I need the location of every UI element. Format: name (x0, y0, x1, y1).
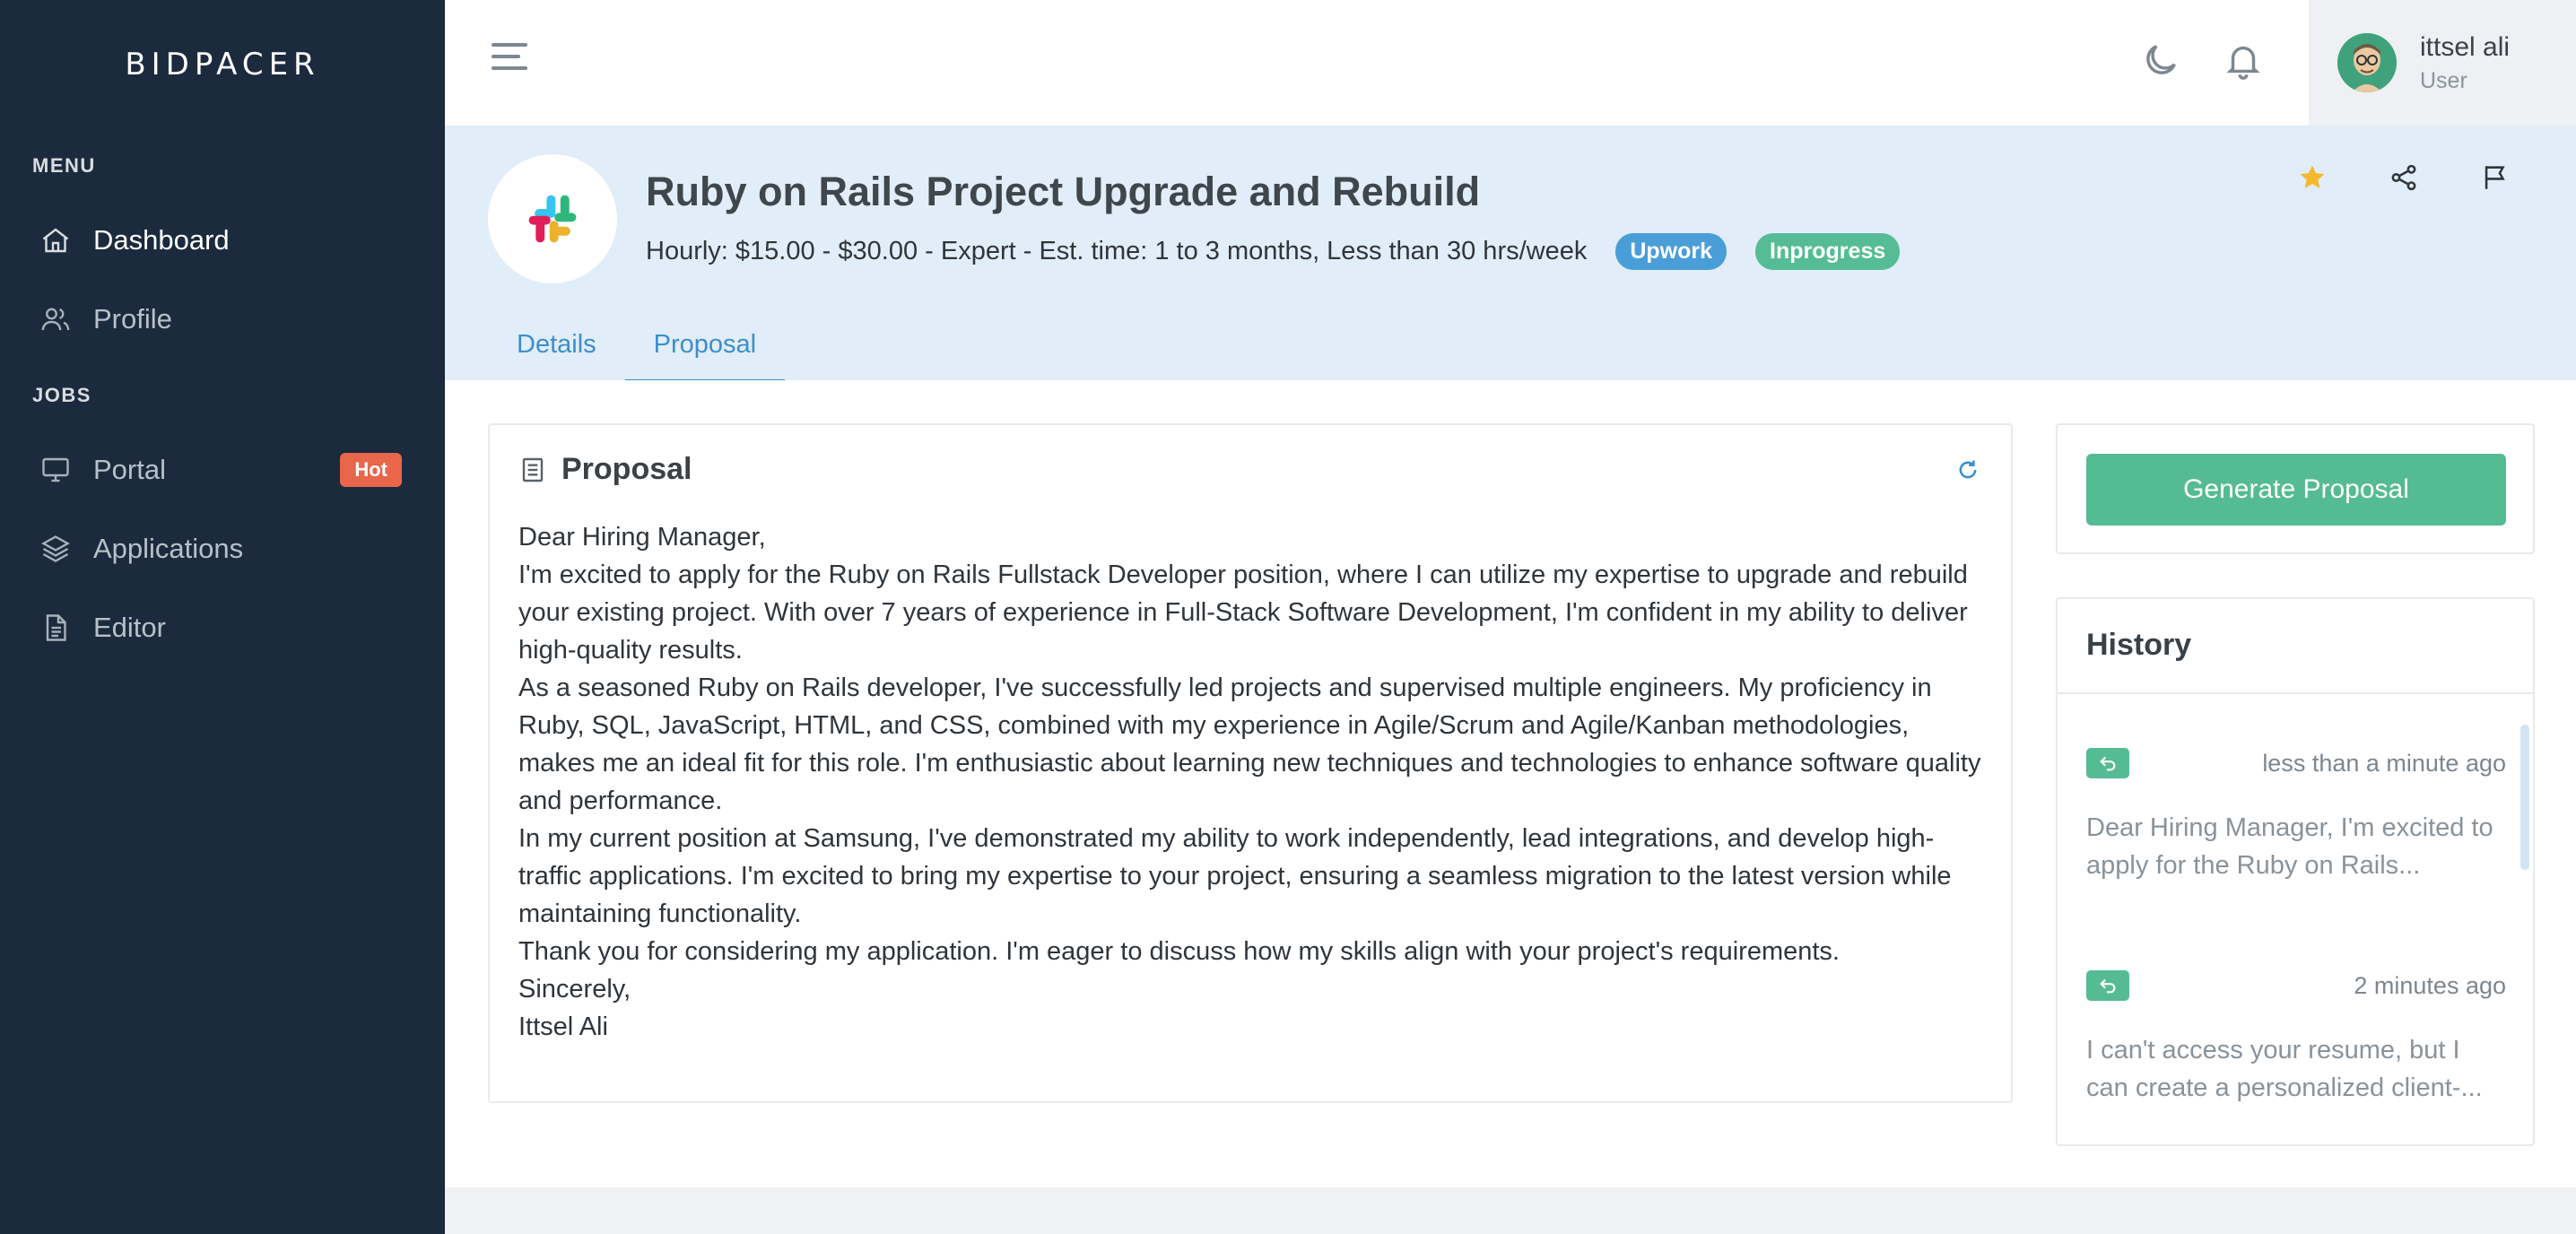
top-bar: ittsel ali User (445, 0, 2576, 126)
jobs-section-title: JOBS (32, 384, 91, 406)
menu-toggle-icon[interactable] (492, 43, 531, 83)
brand-logo[interactable]: BIDPACER (0, 47, 445, 83)
history-preview: I can't access your resume, but I can cr… (2086, 1036, 2483, 1102)
user-role: User (2420, 67, 2467, 93)
layers-icon (36, 529, 75, 569)
history-card: History less than a minute ago Dear Hiri… (2056, 597, 2535, 1146)
sidebar-item-editor[interactable]: Editor (36, 595, 413, 660)
job-meta: Hourly: $15.00 - $30.00 - Expert - Est. … (646, 233, 1901, 270)
main-content: Proposal Dear Hiring Manager, I'm excite… (445, 380, 2576, 1187)
proposal-text[interactable]: Dear Hiring Manager, I'm excited to appl… (518, 518, 1989, 1046)
document-icon (36, 608, 75, 647)
proposal-paragraph: I'm excited to apply for the Ruby on Rai… (518, 561, 1968, 665)
job-title: Ruby on Rails Project Upgrade and Rebuil… (646, 169, 1481, 214)
tab-details[interactable]: Details (488, 312, 625, 382)
user-menu[interactable]: ittsel ali User (2309, 0, 2576, 126)
menu-section-title: MENU (32, 154, 96, 177)
proposal-paragraph: Thank you for considering my application… (518, 937, 1840, 966)
users-icon (36, 300, 75, 339)
flag-icon[interactable] (2476, 158, 2515, 197)
user-name: ittsel ali (2420, 31, 2511, 62)
history-time: 2 minutes ago (2354, 971, 2506, 999)
proposal-title: Proposal (561, 452, 692, 486)
generate-card: Generate Proposal (2056, 423, 2535, 554)
home-icon (36, 221, 75, 260)
sidebar-item-portal[interactable]: Portal Hot (36, 438, 413, 502)
document-icon (522, 457, 544, 482)
history-item[interactable]: 2 minutes ago I can't access your resume… (2086, 970, 2506, 1107)
history-preview: Dear Hiring Manager, I'm excited to appl… (2086, 813, 2493, 880)
status-badge: Inprogress (1755, 233, 1901, 270)
sidebar-item-profile[interactable]: Profile (36, 287, 413, 352)
footer (445, 1187, 2576, 1234)
divider (2058, 692, 2533, 694)
sidebar-item-applications[interactable]: Applications (36, 517, 413, 581)
share-icon[interactable] (2384, 158, 2424, 197)
proposal-paragraph: In my current position at Samsung, I've … (518, 824, 1952, 928)
sidebar-item-label: Applications (93, 533, 244, 564)
restore-icon[interactable] (2086, 970, 2129, 1001)
job-tabs: Details Proposal (488, 312, 786, 382)
job-meta-text: Hourly: $15.00 - $30.00 - Expert - Est. … (646, 237, 1588, 265)
moon-icon[interactable] (2140, 39, 2185, 84)
proposal-paragraph: Dear Hiring Manager, (518, 523, 766, 552)
history-time: less than a minute ago (2262, 749, 2506, 777)
sidebar-item-label: Profile (93, 303, 172, 335)
hot-badge: Hot (340, 453, 402, 487)
job-header: Ruby on Rails Project Upgrade and Rebuil… (445, 126, 2576, 382)
monitor-icon (36, 450, 75, 490)
sidebar-item-label: Portal (93, 454, 166, 485)
sidebar-item-dashboard[interactable]: Dashboard (36, 208, 413, 273)
platform-badge: Upwork (1615, 233, 1727, 270)
restore-icon[interactable] (2086, 748, 2129, 778)
sidebar-item-label: Dashboard (93, 224, 230, 256)
slack-logo (488, 154, 617, 283)
avatar (2337, 33, 2397, 92)
bell-icon[interactable] (2223, 39, 2267, 84)
history-title: History (2086, 628, 2192, 662)
history-scrollbar[interactable] (2520, 725, 2529, 870)
proposal-paragraph: Ittsel Ali (518, 1012, 608, 1041)
sidebar-item-label: Editor (93, 612, 166, 643)
proposal-paragraph: Sincerely, (518, 975, 631, 1004)
history-item[interactable]: less than a minute ago Dear Hiring Manag… (2086, 748, 2506, 884)
proposal-card: Proposal Dear Hiring Manager, I'm excite… (488, 423, 2013, 1103)
generate-proposal-button[interactable]: Generate Proposal (2086, 454, 2506, 526)
star-icon[interactable] (2293, 158, 2332, 197)
sidebar: BIDPACER MENU Dashboard Profile JOBS Por… (0, 0, 445, 1234)
refresh-icon[interactable] (1955, 457, 1984, 486)
proposal-paragraph: As a seasoned Ruby on Rails developer, I… (518, 673, 1981, 815)
tab-proposal[interactable]: Proposal (624, 312, 786, 382)
